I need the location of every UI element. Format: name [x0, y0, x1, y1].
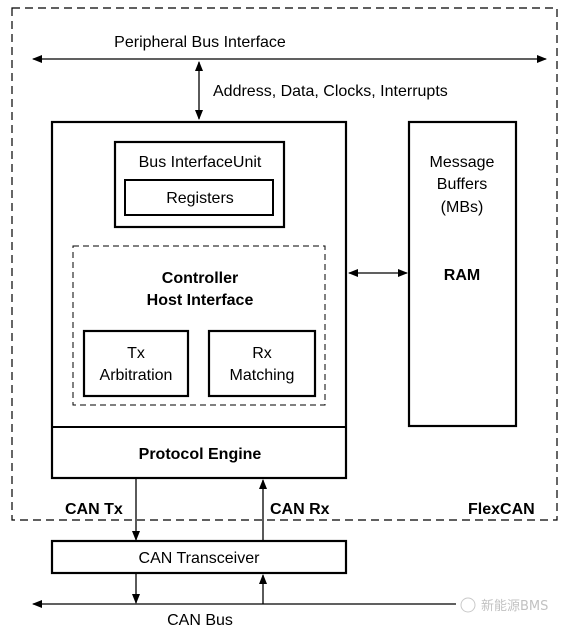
rx-matching-box [207, 329, 317, 398]
buffers-label: Buffers [437, 176, 487, 193]
flexcan-block-diagram: Peripheral Bus Interface Address, Data, … [11, 7, 558, 629]
message-label: Message [430, 154, 495, 171]
rx-label: Rx [252, 345, 272, 362]
arbitration-label: Arbitration [100, 367, 173, 384]
tx-label: Tx [127, 345, 145, 362]
can-bus-label: CAN Bus [167, 612, 233, 629]
protocol-engine-label: Protocol Engine [139, 446, 262, 463]
peripheral-bus-label: Peripheral Bus Interface [114, 34, 286, 51]
can-tx-label: CAN Tx [65, 501, 123, 518]
can-transceiver-label: CAN Transceiver [139, 550, 261, 567]
address-data-label: Address, Data, Clocks, Interrupts [213, 83, 448, 100]
ram-label: RAM [444, 267, 480, 284]
matching-label: Matching [230, 367, 295, 384]
controller-label: Controller [162, 270, 238, 287]
mbs-label: (MBs) [441, 199, 484, 216]
wechat-icon [460, 597, 476, 613]
registers-label: Registers [166, 190, 234, 207]
flexcan-label: FlexCAN [468, 501, 535, 518]
tx-arbitration-box [82, 329, 190, 398]
can-rx-label: CAN Rx [270, 501, 330, 518]
watermark-text: 新能源BMS [481, 598, 548, 614]
bus-interface-unit-label: Bus InterfaceUnit [139, 154, 262, 171]
host-interface-label: Host Interface [147, 292, 254, 309]
watermark: 新能源BMS [460, 597, 548, 614]
